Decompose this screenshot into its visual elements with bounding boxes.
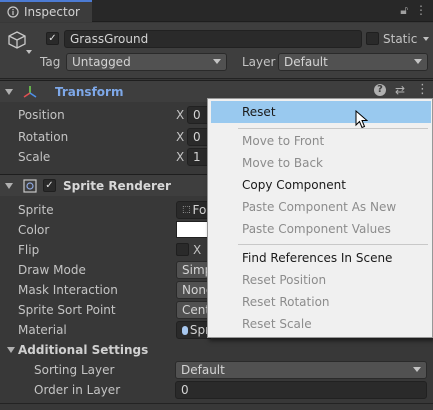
active-checkbox[interactable]: ✓ — [46, 32, 59, 45]
menu-item-label: Paste Component As New — [242, 200, 397, 214]
gameobject-icon[interactable] — [7, 30, 27, 50]
divider — [0, 403, 433, 404]
tag-label: Tag — [40, 55, 61, 69]
layer-value: Default — [284, 55, 328, 69]
tab-controls: 🔓︎ ⋮ — [400, 3, 427, 18]
sorting-layer-label: Sorting Layer — [34, 363, 115, 377]
menu-separator — [238, 244, 428, 245]
additional-settings-fold-icon[interactable] — [7, 347, 15, 353]
menu-item-label: Reset Position — [242, 273, 327, 287]
sprite-field[interactable]: ⬚ For — [176, 201, 211, 219]
sprite-icon: ⬚ — [182, 205, 191, 215]
scale-x-value: 1 — [193, 150, 201, 164]
menu-item-label: Reset Rotation — [242, 295, 330, 309]
chevron-down-icon — [413, 367, 421, 372]
flip-x-label: X — [193, 243, 202, 257]
sorting-layer-value: Default — [181, 363, 225, 377]
fold-arrow-icon[interactable] — [5, 88, 13, 95]
order-in-layer-input[interactable]: 0 — [175, 381, 427, 399]
preset-icon[interactable]: ⇄ — [395, 83, 405, 97]
info-icon — [7, 6, 19, 18]
sprite-renderer-title: Sprite Renderer — [63, 178, 171, 193]
tab-inspector[interactable]: Inspector — [0, 0, 92, 22]
lock-icon[interactable]: 🔓︎ — [400, 3, 408, 18]
sprite-renderer-enabled-checkbox[interactable]: ✓ — [43, 179, 56, 192]
component-context-menu: Reset Move to Front Move to Back Copy Co… — [207, 98, 433, 338]
object-name-text: GrassGround — [70, 32, 149, 46]
menu-item-move-to-back[interactable]: Move to Back — [208, 152, 432, 174]
material-icon — [182, 325, 188, 335]
menu-item-reset-rotation[interactable]: Reset Rotation — [208, 291, 432, 313]
sprite-sort-point-dropdown[interactable]: Cent — [176, 301, 211, 319]
static-checkbox[interactable] — [366, 32, 379, 45]
tag-value: Untagged — [72, 55, 131, 69]
tag-dropdown[interactable]: Untagged — [66, 53, 227, 71]
menu-item-label: Paste Component Values — [242, 222, 391, 236]
color-label: Color — [18, 223, 50, 237]
menu-item-label: Move to Front — [242, 134, 325, 148]
menu-item-reset-position[interactable]: Reset Position — [208, 269, 432, 291]
more-icon[interactable]: ⋮ — [415, 3, 427, 18]
sprite-sort-point-value: Cent — [182, 303, 211, 317]
scale-x-label: X — [176, 150, 185, 164]
menu-item-reset[interactable]: Reset — [211, 101, 431, 123]
fold-arrow-icon[interactable] — [5, 182, 13, 189]
scale-label: Scale — [18, 150, 51, 164]
flip-x-checkbox[interactable] — [176, 243, 189, 256]
sprite-sort-point-label: Sprite Sort Point — [18, 303, 116, 317]
menu-item-paste-component-as-new[interactable]: Paste Component As New — [208, 196, 432, 218]
additional-settings-label[interactable]: Additional Settings — [18, 343, 148, 357]
layer-dropdown[interactable]: Default — [278, 53, 428, 71]
order-in-layer-value: 0 — [181, 383, 189, 397]
sorting-layer-dropdown[interactable]: Default — [175, 361, 427, 379]
mouse-cursor-icon — [355, 110, 368, 129]
sprite-label: Sprite — [18, 203, 54, 217]
sprite-renderer-icon — [23, 178, 37, 193]
chevron-down-icon — [213, 59, 221, 64]
help-icon[interactable]: ? — [374, 84, 386, 96]
more-icon[interactable]: ⋮ — [416, 82, 429, 97]
menu-item-label: Move to Back — [242, 156, 323, 170]
menu-separator — [238, 128, 428, 129]
order-in-layer-label: Order in Layer — [34, 383, 121, 397]
menu-item-find-references[interactable]: Find References In Scene — [208, 247, 432, 269]
material-field[interactable]: Spr — [176, 321, 211, 339]
position-x-label: X — [176, 108, 185, 122]
menu-item-reset-scale[interactable]: Reset Scale — [208, 313, 432, 335]
mask-interaction-label: Mask Interaction — [18, 283, 118, 297]
transform-title: Transform — [55, 84, 124, 99]
material-label: Material — [18, 323, 67, 337]
chevron-down-icon — [414, 59, 422, 64]
layer-label: Layer — [242, 55, 276, 69]
tab-bar: Inspector 🔓︎ ⋮ — [0, 0, 433, 22]
rotation-x-label: X — [176, 130, 185, 144]
menu-item-paste-component-values[interactable]: Paste Component Values — [208, 218, 432, 240]
mask-interaction-dropdown[interactable]: None — [176, 281, 213, 299]
menu-item-label: Reset Scale — [242, 317, 312, 331]
menu-item-label: Copy Component — [242, 178, 346, 192]
position-x-value: 0 — [193, 108, 201, 122]
object-header: ✓ GrassGround Static Tag Untagged Layer … — [0, 23, 433, 79]
flip-label: Flip — [18, 243, 40, 257]
static-dropdown-arrow[interactable] — [423, 37, 429, 41]
menu-item-move-to-front[interactable]: Move to Front — [208, 130, 432, 152]
draw-mode-label: Draw Mode — [18, 263, 86, 277]
draw-mode-dropdown[interactable]: Simp — [176, 261, 212, 279]
rotation-label: Rotation — [18, 130, 69, 144]
menu-item-label: Reset — [242, 105, 276, 119]
menu-item-copy-component[interactable]: Copy Component — [208, 174, 432, 196]
static-label: Static — [383, 32, 418, 46]
color-swatch[interactable] — [176, 221, 211, 238]
icon-dropdown-arrow[interactable] — [26, 50, 32, 54]
position-label: Position — [18, 108, 65, 122]
object-name-input[interactable]: GrassGround — [64, 30, 362, 48]
tab-label: Inspector — [24, 5, 80, 19]
rotation-x-value: 0 — [193, 130, 201, 144]
transform-icon — [23, 85, 37, 98]
menu-item-label: Find References In Scene — [242, 251, 393, 265]
